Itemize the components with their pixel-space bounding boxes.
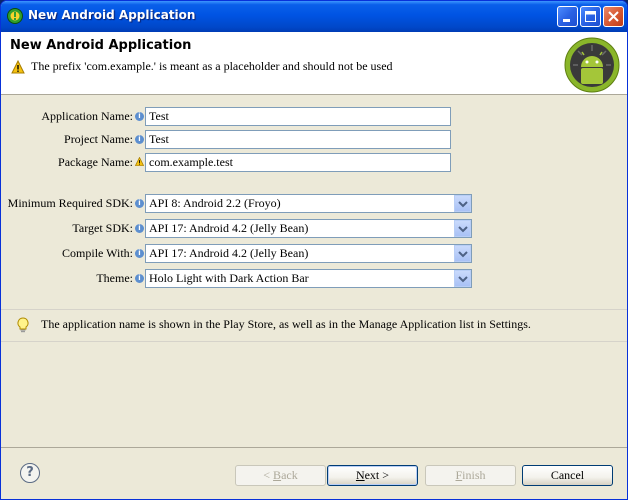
help-button[interactable]: ? [20, 463, 40, 483]
back-button[interactable]: < Back [235, 465, 326, 486]
package-name-label: Package Name: [58, 155, 133, 169]
chevron-down-icon [458, 251, 468, 258]
maximize-button[interactable] [580, 6, 601, 27]
chevron-down-icon [458, 226, 468, 233]
divider [1, 447, 627, 448]
close-icon [608, 11, 619, 22]
compile-with-label: Compile With: [62, 246, 133, 260]
chevron-down-icon [458, 201, 468, 208]
dropdown-button[interactable] [454, 195, 471, 212]
description-text: The application name is shown in the Pla… [41, 317, 531, 331]
chevron-down-icon [458, 276, 468, 283]
next-mnemonic: N [355, 468, 365, 482]
min-sdk-label: Minimum Required SDK: [7, 196, 133, 210]
close-button[interactable] [603, 6, 624, 27]
min-sdk-combo[interactable]: API 8: Android 2.2 (Froyo) [145, 194, 472, 213]
target-sdk-value: API 17: Android 4.2 (Jelly Bean) [149, 221, 309, 235]
wizard-header: New Android Application The prefix 'com.… [1, 32, 627, 95]
next-button[interactable]: Next > [327, 465, 418, 486]
theme-label: Theme: [96, 271, 133, 285]
wizard-content: Application Name: i Test Project Name: i… [1, 95, 627, 440]
cancel-button[interactable]: Cancel [522, 465, 613, 486]
eclipse-icon [7, 8, 23, 24]
back-rest: ack [281, 468, 298, 482]
dropdown-button[interactable] [454, 220, 471, 237]
page-title: New Android Application [10, 38, 192, 53]
target-sdk-combo[interactable]: API 17: Android 4.2 (Jelly Bean) [145, 219, 472, 238]
min-sdk-value: API 8: Android 2.2 (Froyo) [149, 196, 281, 210]
project-name-label: Project Name: [64, 132, 133, 146]
warning-icon [135, 157, 144, 166]
dropdown-button[interactable] [454, 245, 471, 262]
description-panel: The application name is shown in the Pla… [1, 309, 627, 342]
back-mnemonic: B [273, 468, 282, 482]
dialog-window: New Android Application New Android Appl… [0, 0, 628, 500]
minimize-button[interactable] [557, 6, 578, 27]
back-prefix: < [263, 468, 274, 482]
info-icon: i [135, 249, 144, 258]
android-logo [564, 37, 620, 93]
info-icon: i [135, 112, 144, 121]
compile-with-value: API 17: Android 4.2 (Jelly Bean) [149, 246, 309, 260]
info-icon: i [135, 135, 144, 144]
theme-value: Holo Light with Dark Action Bar [149, 271, 309, 285]
app-name-label: Application Name: [41, 109, 133, 123]
maximize-icon [585, 11, 596, 22]
finish-rest: inish [462, 468, 486, 482]
compile-with-combo[interactable]: API 17: Android 4.2 (Jelly Bean) [145, 244, 472, 263]
minimize-icon [563, 19, 570, 22]
package-name-field[interactable]: com.example.test [145, 153, 451, 172]
info-icon: i [135, 199, 144, 208]
dropdown-button[interactable] [454, 270, 471, 287]
next-rest: ext > [364, 468, 390, 482]
project-name-field[interactable]: Test [145, 130, 451, 149]
title-bar[interactable]: New Android Application [1, 1, 627, 32]
theme-combo[interactable]: Holo Light with Dark Action Bar [145, 269, 472, 288]
app-name-field[interactable]: Test [145, 107, 451, 126]
info-icon: i [135, 274, 144, 283]
window-title: New Android Application [28, 8, 196, 22]
header-message: The prefix 'com.example.' is meant as a … [31, 59, 393, 73]
lightbulb-icon [17, 317, 29, 333]
target-sdk-label: Target SDK: [72, 221, 133, 235]
warning-icon [11, 60, 25, 74]
help-icon: ? [26, 465, 34, 480]
info-icon: i [135, 224, 144, 233]
finish-button[interactable]: Finish [425, 465, 516, 486]
